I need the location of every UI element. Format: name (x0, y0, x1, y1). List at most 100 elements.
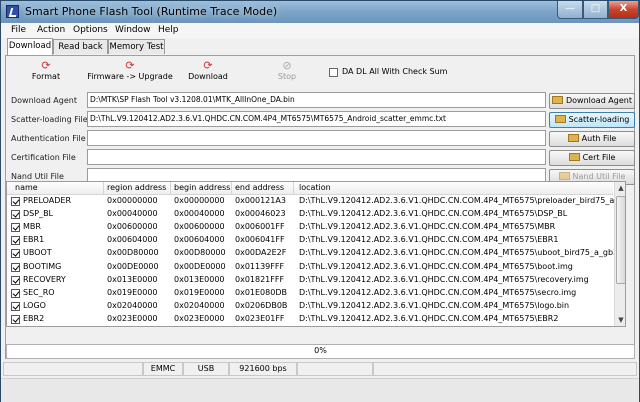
stop-icon: ⊘ (282, 59, 292, 72)
cell-location: D:\ThL.V9.120412.AD2.3.6.V1.QHDC.CN.COM.… (299, 300, 570, 310)
cell-location: D:\ThL.V9.120412.AD2.3.6.V1.QHDC.CN.COM.… (299, 287, 577, 297)
col-end-address[interactable]: end address (235, 183, 284, 192)
cell-name: EBR1 (23, 235, 45, 245)
tab-memory-test[interactable]: Memory Test (108, 39, 165, 54)
cell-region-address: 0x00600000 (107, 222, 158, 232)
stop-button[interactable]: ⊘ Stop (268, 59, 306, 82)
table-row[interactable]: BOOTIMG 0x00DE0000 0x00DE0000 0x01139FFF D:\… (7, 261, 613, 274)
cell-region-address: 0x00D80000 (107, 248, 159, 258)
title-bar[interactable]: Smart Phone Flash Tool (Runtime Trace Mo… (1, 1, 639, 23)
scroll-up-icon[interactable]: ▲ (615, 182, 625, 194)
row-checkbox[interactable] (11, 223, 20, 233)
nand-util-label: Nand Util File (11, 172, 64, 181)
menu-action[interactable]: Action (37, 25, 65, 35)
menu-options[interactable]: Options (73, 25, 108, 35)
menu-file[interactable]: File (11, 25, 26, 35)
table-row[interactable]: MBR 0x00600000 0x00600000 0x006001FF D:\ThL.… (7, 221, 613, 234)
table-row[interactable]: EBR1 0x00604000 0x00604000 0x006041FF D:\ThL… (7, 234, 613, 247)
scatter-file-field[interactable]: D:\ThL.V9.120412.AD2.3.6.V1.QHDC.CN.COM.… (87, 111, 546, 127)
row-checkbox[interactable] (11, 262, 20, 272)
table-header: name region address begin address end ad… (7, 182, 613, 195)
column-divider[interactable] (293, 182, 294, 194)
folder-icon (554, 115, 566, 123)
cell-begin-address: 0x00DE0000 (174, 261, 226, 271)
table-row[interactable]: DSP_BL 0x00040000 0x00040000 0x00046023 D:\T… (7, 208, 613, 221)
row-checkbox[interactable] (11, 301, 20, 311)
folder-icon (568, 153, 580, 161)
cert-file-button[interactable]: Cert File (549, 150, 635, 166)
cell-name: EBR2 (23, 313, 45, 323)
status-cell-empty (3, 362, 143, 376)
close-button[interactable]: X (608, 1, 639, 19)
row-checkbox[interactable] (11, 236, 20, 246)
cell-end-address: 0x006001FF (235, 222, 285, 232)
cell-begin-address: 0x019E0000 (174, 287, 225, 297)
cell-region-address: 0x00040000 (107, 209, 158, 219)
scatter-loading-button[interactable]: Scatter-loading (549, 112, 635, 128)
cell-region-address: 0x00604000 (107, 235, 158, 245)
maximize-button[interactable]: □ (583, 1, 608, 19)
cell-region-address: 0x00000000 (107, 196, 158, 205)
cell-region-address: 0x023E0000 (107, 313, 158, 323)
download-button[interactable]: ⟳ Download (182, 60, 234, 82)
table-row[interactable]: PRELOADER 0x00000000 0x00000000 0x000121A3 D… (7, 195, 625, 208)
tab-read-back[interactable]: Read back (53, 39, 108, 54)
tab-download[interactable]: Download (7, 38, 53, 55)
cell-location: D:\ThL.V9.120412.AD2.3.6.V1.QHDC.CN.COM.… (299, 196, 626, 205)
cell-begin-address: 0x00000000 (174, 196, 225, 205)
cell-end-address: 0x00DA2E2F (235, 248, 287, 258)
cell-location: D:\ThL.V9.120412.AD2.3.6.V1.QHDC.CN.COM.… (299, 261, 573, 271)
cell-location: D:\ThL.V9.120412.AD2.3.6.V1.QHDC.CN.COM.… (299, 235, 559, 245)
minimize-button[interactable]: — (557, 1, 583, 19)
row-checkbox[interactable] (11, 249, 20, 259)
auth-file-button-label: Auth File (581, 134, 617, 143)
cell-begin-address: 0x023E0000 (174, 313, 225, 323)
download-agent-button-label: Download Agent (566, 96, 632, 105)
cert-file-button-label: Cert File (582, 153, 616, 162)
firmware-upgrade-button[interactable]: ⟳ Firmware -> Upgrade (86, 59, 174, 82)
row-checkbox[interactable] (11, 210, 20, 220)
cell-region-address: 0x00DE0000 (107, 261, 159, 271)
column-divider[interactable] (231, 182, 232, 194)
download-agent-button[interactable]: Download Agent (549, 93, 635, 109)
auth-file-label: Authentication File (11, 134, 86, 143)
col-location[interactable]: location (299, 183, 331, 192)
menu-help[interactable]: Help (158, 25, 179, 35)
cell-location: D:\ThL.V9.120412.AD2.3.6.V1.QHDC.CN.COM.… (299, 274, 589, 284)
col-begin-address[interactable]: begin address (174, 183, 230, 192)
cell-end-address: 0x00046023 (235, 209, 286, 219)
cert-file-field[interactable] (87, 149, 546, 165)
col-name[interactable]: name (15, 183, 38, 192)
nand-util-button-label: Nand Util File (572, 172, 626, 181)
table-row[interactable]: UBOOT 0x00D80000 0x00D80000 0x00DA2E2F D:\Th… (7, 247, 625, 260)
cell-begin-address: 0x00604000 (174, 235, 225, 245)
column-divider[interactable] (170, 182, 171, 194)
auth-file-field[interactable] (87, 130, 546, 146)
col-region-address[interactable]: region address (107, 183, 166, 192)
firmware-upgrade-icon: ⟳ (125, 59, 135, 72)
status-storage: EMMC (143, 362, 183, 376)
cell-location: D:\ThL.V9.120412.AD2.3.6.V1.QHDC.CN.COM.… (299, 222, 556, 232)
cell-begin-address: 0x00040000 (174, 209, 225, 219)
row-checkbox[interactable] (11, 197, 20, 206)
table-scrollbar[interactable]: ▲ ▼ (614, 182, 625, 326)
auth-file-button[interactable]: Auth File (549, 131, 635, 147)
cell-location: D:\ThL.V9.120412.AD2.3.6.V1.QHDC.CN.COM.… (299, 248, 626, 258)
row-checkbox[interactable] (11, 275, 20, 285)
scroll-down-icon[interactable]: ▼ (615, 314, 625, 326)
table-row[interactable]: SEC_RO 0x019E0000 0x019E0000 0x01E080DB D:\T… (7, 287, 613, 300)
format-button[interactable]: ⟳ Format (21, 60, 71, 82)
table-row[interactable]: LOGO 0x02040000 0x02040000 0x0206DB0B D:\ThL… (7, 300, 613, 313)
column-divider[interactable] (103, 182, 104, 194)
cell-end-address: 0x023E01FF (235, 313, 285, 323)
menu-window[interactable]: Window (115, 25, 151, 35)
row-checkbox[interactable] (11, 314, 20, 324)
table-row[interactable]: EBR2 0x023E0000 0x023E0000 0x023E01FF D:\ThL… (7, 313, 613, 326)
scroll-thumb[interactable] (616, 196, 625, 284)
table-row[interactable]: RECOVERY 0x013E0000 0x013E0000 0x01821FFF D:… (7, 274, 613, 287)
download-agent-field[interactable]: D:\MTK\SP Flash Tool v3.1208.01\MTK_AllI… (87, 92, 546, 108)
cell-region-address: 0x02040000 (107, 300, 158, 310)
status-baud: 921600 bps (229, 362, 297, 376)
row-checkbox[interactable] (11, 288, 20, 298)
da-dl-checksum-checkbox[interactable] (329, 68, 338, 77)
